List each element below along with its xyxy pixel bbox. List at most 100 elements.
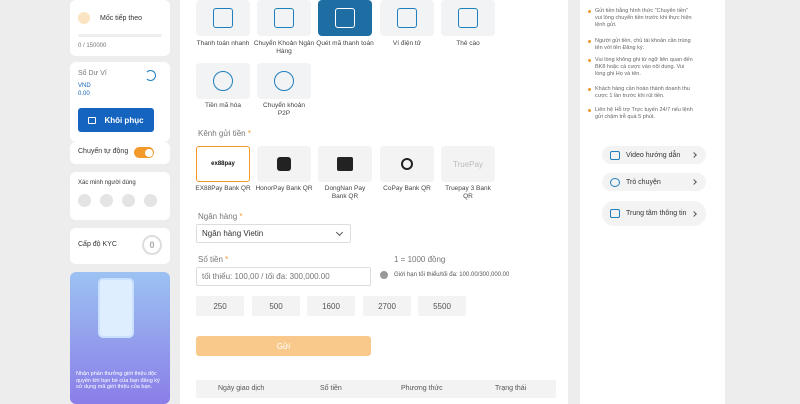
- live-chat-label: Trò chuyện: [626, 178, 661, 186]
- method-p2p[interactable]: [257, 63, 311, 99]
- honorpay-logo-icon: [277, 157, 291, 171]
- method-label: Tiền mã hóa: [205, 102, 241, 109]
- quick-amount-button[interactable]: 250: [196, 296, 244, 316]
- column-header: Phương thức: [401, 385, 443, 392]
- goal-icon: [78, 12, 90, 24]
- bank-title-text: Ngân hàng: [198, 212, 238, 221]
- crypto-icon: [213, 71, 233, 91]
- exchange-rate: 1 = 1000 đồng: [394, 255, 446, 264]
- info-panel: Gửi tiền bằng hình thức "Chuyển tiền" vu…: [580, 0, 725, 404]
- info-center-icon: [610, 209, 620, 218]
- truepay-logo: TruePay: [453, 159, 483, 169]
- kyc-card: Cấp độ KYC 0: [70, 228, 170, 264]
- deposit-note: Vui lòng không ghi từ ngữ liên quan đến …: [588, 57, 695, 78]
- quick-amount-button[interactable]: 1600: [307, 296, 355, 316]
- method-label: Thanh toán nhanh: [196, 40, 250, 47]
- refresh-icon[interactable]: [145, 70, 156, 81]
- channel-honorpay[interactable]: [257, 146, 311, 182]
- p2p-transfer-icon: [274, 71, 294, 91]
- amount-title-text: Số tiền: [198, 255, 223, 264]
- channel-copay[interactable]: [380, 146, 434, 182]
- recharge-button-label: Khôi phục: [104, 115, 144, 125]
- method-fast-pay[interactable]: [196, 0, 250, 36]
- method-crypto[interactable]: [196, 63, 250, 99]
- chevron-right-icon: [691, 152, 697, 158]
- video-icon: [610, 150, 620, 160]
- qr-wallet-icon: [397, 8, 417, 28]
- channel-label: CoPay Bank QR: [383, 185, 431, 192]
- wallet-card: Số Dư Ví VND 0.00 Khôi phục: [70, 62, 170, 142]
- channel-label: Truepay 3 Bank QR: [445, 185, 491, 200]
- deposit-panel: Thanh toán nhanh Chuyển Khoản Ngân Hàng …: [180, 0, 568, 404]
- goal-label: Mốc tiếp theo: [100, 15, 143, 22]
- verify-email-icon[interactable]: [100, 194, 113, 207]
- method-label: Quét mã thanh toán: [316, 40, 374, 47]
- bank-select[interactable]: Ngân hàng Vietin: [196, 224, 351, 243]
- amount-title: Số tiền *: [198, 255, 228, 264]
- column-header: Số tiền: [320, 385, 342, 392]
- left-sidebar: Mốc tiếp theo 0 / 150000 Số Dư Ví VND 0.…: [70, 0, 170, 404]
- auto-transfer-toggle[interactable]: [134, 147, 154, 158]
- method-bank-transfer[interactable]: [257, 0, 311, 36]
- channel-label: EX88Pay Bank QR: [195, 185, 251, 192]
- currency-label: VND: [78, 83, 91, 89]
- fast-pay-icon: [213, 8, 233, 28]
- info-center-button[interactable]: Trung tâm thông tin: [602, 201, 706, 226]
- chevron-right-icon: [691, 210, 697, 217]
- deposit-note: Liên hệ Hỗ trợ Trực tuyến 24/7 nếu lệnh …: [588, 107, 695, 121]
- deposit-note: Gửi tiền bằng hình thức "Chuyển tiền" vu…: [588, 8, 695, 29]
- live-chat-button[interactable]: Trò chuyện: [602, 173, 706, 191]
- deposit-note: Khách hàng cần hoàn thành doanh thu cược…: [588, 86, 695, 100]
- chat-icon: [610, 177, 620, 187]
- copay-logo-icon: [401, 158, 413, 170]
- info-center-label: Trung tâm thông tin: [626, 209, 687, 217]
- method-scratch-card[interactable]: [441, 0, 495, 36]
- channel-ex88pay[interactable]: ex88pay: [196, 146, 250, 182]
- method-label: Thẻ cào: [456, 40, 480, 47]
- quick-amount-button[interactable]: 5500: [418, 296, 466, 316]
- goal-card: Mốc tiếp theo 0 / 150000: [70, 0, 170, 56]
- chevron-down-icon: [335, 228, 344, 237]
- goal-progress-text: 0 / 150000: [78, 43, 107, 49]
- quick-amount-button[interactable]: 500: [252, 296, 300, 316]
- required-mark: *: [225, 255, 229, 264]
- video-guide-label: Video hướng dẫn: [626, 151, 681, 159]
- channel-title: Kênh gửi tiền *: [198, 129, 251, 138]
- quick-amount-button[interactable]: 2700: [363, 296, 411, 316]
- required-mark: *: [239, 212, 243, 221]
- column-header: Ngày giao dịch: [218, 385, 265, 392]
- kyc-label: Cấp độ KYC: [78, 241, 117, 248]
- referral-text: Nhận phần thưởng giới thiệu độc quyền kh…: [76, 371, 160, 390]
- balance-title: Số Dư Ví: [78, 70, 107, 77]
- kyc-level-badge: 0: [142, 235, 162, 255]
- ex88pay-logo: ex88pay: [211, 161, 235, 167]
- referral-banner[interactable]: Nhận phần thưởng giới thiệu độc quyền kh…: [70, 272, 170, 404]
- bank-transfer-icon: [274, 8, 294, 28]
- history-table-header: Ngày giao dịch Số tiền Phương thức Trạng…: [196, 380, 556, 398]
- chevron-right-icon: [691, 179, 697, 185]
- deposit-note: Người gửi tiền, chủ tài khoản cần trùng …: [588, 38, 695, 52]
- goal-progress-bar: [78, 34, 162, 37]
- verify-profile-icon[interactable]: [78, 194, 91, 207]
- amount-input[interactable]: [196, 267, 371, 286]
- method-label: Chuyển Khoản Ngân Hàng: [253, 40, 315, 55]
- auto-transfer-card: Chuyển tự động: [70, 142, 170, 164]
- channel-dongnan[interactable]: [318, 146, 372, 182]
- scratch-card-icon: [458, 8, 478, 28]
- amount-limit-text: Giới hạn tối thiểu/tối đa: 100.00/300,00…: [394, 272, 510, 278]
- channel-title-text: Kênh gửi tiền: [198, 129, 246, 138]
- channel-truepay[interactable]: TruePay: [441, 146, 495, 182]
- scan-code-icon: [335, 8, 355, 28]
- channel-label: DongNan Pay Bank QR: [324, 185, 366, 200]
- verify-id-icon[interactable]: [144, 194, 157, 207]
- verify-title: Xác minh người dùng: [78, 180, 136, 186]
- recharge-button[interactable]: Khôi phục: [78, 108, 154, 132]
- verify-phone-icon[interactable]: [122, 194, 135, 207]
- method-scan-code[interactable]: [318, 0, 372, 36]
- submit-button[interactable]: Gửi: [196, 336, 371, 356]
- method-label: Ví điện tử: [392, 40, 422, 47]
- bank-selected-value: Ngân hàng Vietin: [202, 229, 264, 238]
- wallet-icon: [88, 116, 97, 124]
- video-guide-button[interactable]: Video hướng dẫn: [602, 146, 706, 164]
- method-e-wallet[interactable]: [380, 0, 434, 36]
